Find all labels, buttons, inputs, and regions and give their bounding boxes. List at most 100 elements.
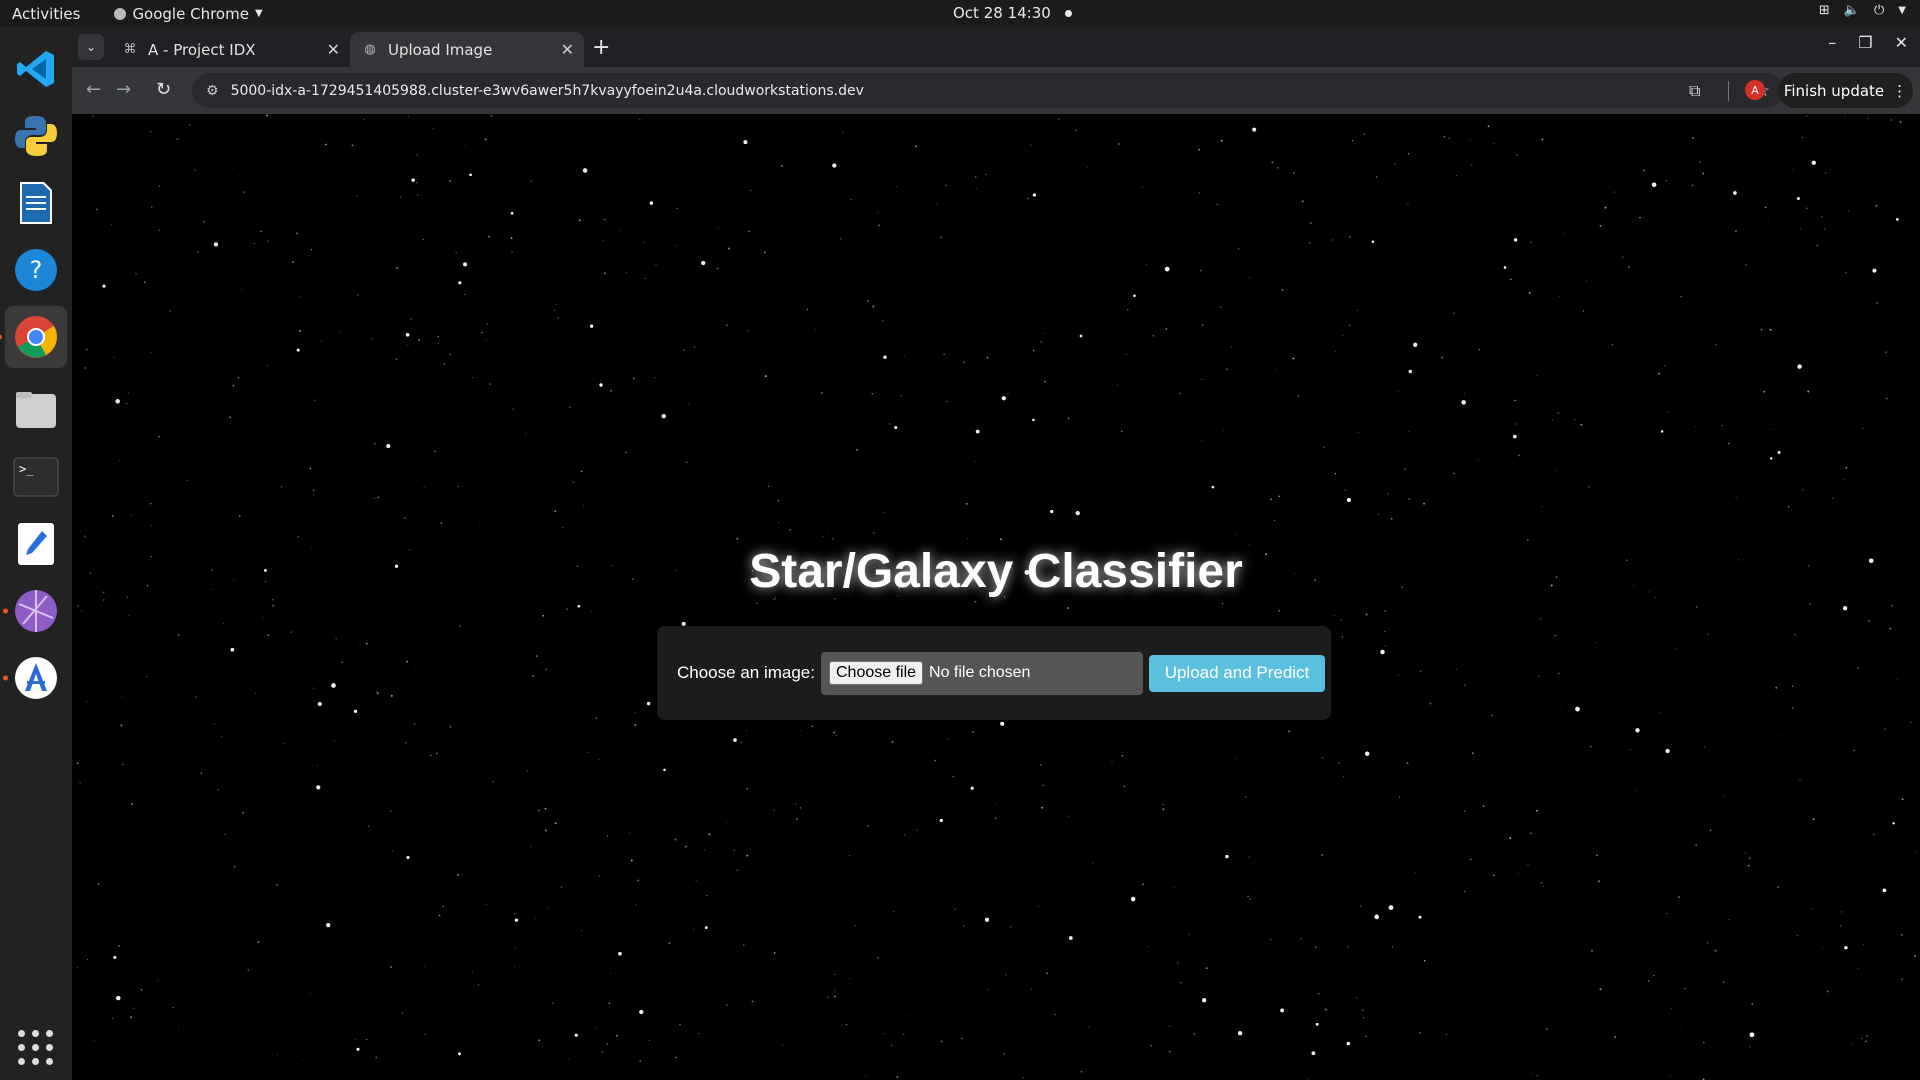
activities-button[interactable]: Activities [12, 5, 80, 23]
star-dot [1775, 686, 1778, 689]
star-dot [545, 829, 547, 832]
star-dot [86, 348, 88, 351]
maximize-icon[interactable]: ❐ [1858, 33, 1872, 52]
star-dot [833, 731, 836, 734]
star-dot [1249, 277, 1251, 279]
star-dot [806, 308, 809, 311]
python-icon [15, 116, 57, 156]
star-dot [1715, 794, 1717, 796]
star-dot [708, 833, 711, 836]
star-dot [405, 332, 410, 337]
star-dot [616, 1034, 618, 1037]
star-dot [987, 988, 990, 991]
star-dot [799, 730, 801, 731]
star-dot [130, 1016, 132, 1019]
profile-avatar[interactable]: A [1745, 80, 1765, 100]
star-dot [743, 140, 748, 145]
star-dot [1844, 946, 1848, 950]
star-dot [1866, 1035, 1868, 1037]
dock-network-app[interactable] [3, 586, 61, 636]
star-dot [1362, 1017, 1365, 1019]
star-dot [1346, 497, 1351, 503]
dock-python[interactable] [11, 111, 61, 161]
close-icon[interactable]: ✕ [327, 40, 340, 59]
star-dot [414, 668, 416, 670]
star-dot [102, 284, 106, 288]
star-dot [1582, 310, 1585, 312]
file-input[interactable]: Choose file No file chosen [820, 651, 1143, 695]
close-window-icon[interactable]: ✕ [1895, 33, 1908, 52]
star-dot [497, 861, 499, 863]
new-tab-plus-icon[interactable]: + [592, 35, 610, 60]
tab-upload-image[interactable]: ◍ Upload Image ✕ [350, 32, 584, 67]
star-dot [525, 433, 527, 435]
star-dot [984, 917, 990, 922]
star-dot [121, 696, 123, 698]
star-dot [940, 236, 942, 239]
minimize-icon[interactable]: – [1828, 33, 1836, 52]
forward-arrow-icon[interactable]: → [116, 79, 131, 100]
star-dot [1111, 760, 1113, 762]
star-dot [1621, 256, 1624, 259]
star-dot [1237, 247, 1240, 250]
reload-icon[interactable]: ↻ [156, 79, 171, 100]
star-dot [151, 206, 153, 208]
star-dot [820, 391, 823, 394]
star-dot [856, 448, 859, 451]
close-icon[interactable]: ✕ [561, 40, 574, 59]
star-dot [1168, 1050, 1171, 1053]
star-dot [1443, 136, 1446, 138]
star-dot [1796, 197, 1800, 200]
dock-vscode[interactable] [11, 44, 61, 94]
star-dot [1040, 340, 1043, 343]
clock[interactable]: Oct 28 14:30 [953, 4, 1072, 22]
star-dot [113, 356, 115, 358]
finish-update-button[interactable]: Finish update ⋮ [1778, 73, 1913, 108]
star-dot [1046, 972, 1048, 975]
star-dot [596, 1027, 598, 1030]
star-dot [266, 240, 269, 242]
dock-chrome[interactable] [0, 306, 67, 368]
star-dot [1334, 472, 1337, 475]
star-dot [72, 125, 74, 127]
star-dot [1322, 446, 1325, 449]
upload-and-predict-button[interactable]: Upload and Predict [1148, 654, 1325, 692]
toolbar-divider [1728, 81, 1729, 101]
star-dot [1875, 204, 1878, 207]
star-dot [1427, 911, 1429, 913]
app-menu[interactable]: Google Chrome ▼ [114, 5, 263, 23]
dock-terminal[interactable]: >_ [11, 452, 61, 502]
star-dot [1478, 348, 1480, 351]
star-dot [1715, 343, 1717, 346]
dock-text-editor[interactable] [11, 519, 61, 569]
extensions-puzzle-icon[interactable]: ⧉ [1689, 81, 1700, 101]
star-dot [618, 951, 622, 956]
star-dot [970, 786, 974, 790]
dock-app-center[interactable] [3, 653, 61, 703]
star-dot [1200, 270, 1202, 272]
address-bar[interactable]: ⚙ 5000-idx-a-1729451405988.cluster-e3wv6… [192, 73, 1784, 108]
dock-writer[interactable] [11, 178, 61, 228]
show-apps-grid-icon[interactable] [18, 1030, 54, 1066]
star-dot [1890, 119, 1893, 121]
star-dot [940, 1040, 943, 1043]
star-dot [1848, 210, 1850, 212]
star-dot [1463, 810, 1466, 813]
tab-title: A - Project IDX [148, 40, 256, 59]
star-dot [410, 318, 413, 320]
dock-files[interactable] [11, 385, 61, 435]
star-dot [386, 443, 391, 449]
star-dot [1044, 380, 1046, 383]
back-arrow-icon[interactable]: ← [86, 79, 101, 100]
star-dot [1482, 805, 1485, 808]
star-dot [1586, 280, 1588, 282]
system-tray[interactable]: ⊞ 🔈 ⏻ ▼ [1819, 3, 1906, 18]
star-dot [1293, 172, 1295, 174]
dock-help[interactable]: ? [11, 245, 61, 295]
choose-file-button[interactable]: Choose file [828, 661, 924, 685]
tab-search-button[interactable]: ⌄ [78, 34, 104, 60]
star-dot [1288, 730, 1291, 733]
star-dot [1792, 169, 1794, 171]
star-dot [675, 245, 677, 247]
site-info-icon[interactable]: ⚙ [206, 83, 219, 99]
